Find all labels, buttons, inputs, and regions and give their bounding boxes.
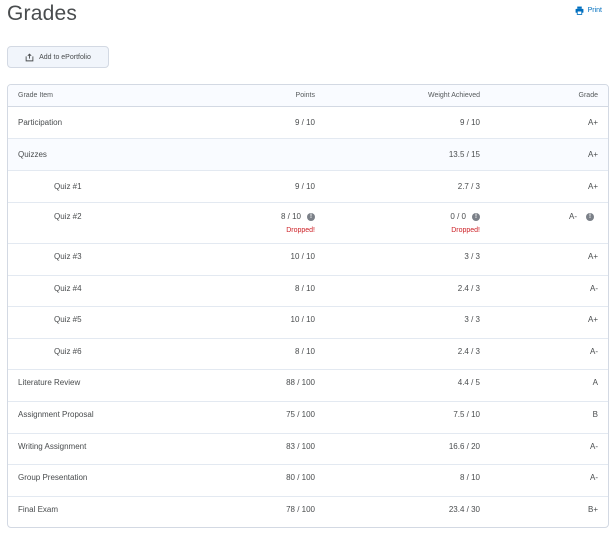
grade-letter: A- bbox=[590, 347, 598, 356]
dropped-badge-weight: Dropped! bbox=[451, 227, 480, 234]
grade-item-name: Writing Assignment bbox=[18, 442, 87, 451]
table-row-quiz-3: Quiz #3 10 / 10 3 / 3 A+ bbox=[8, 244, 608, 276]
grade-points: 88 / 100 bbox=[286, 378, 315, 387]
table-row-writing-assignment: Writing Assignment 83 / 100 16.6 / 20 A- bbox=[8, 434, 608, 465]
grade-item-name: Quiz #5 bbox=[54, 315, 82, 324]
print-label: Print bbox=[587, 7, 602, 14]
grade-item-name: Quiz #4 bbox=[54, 284, 82, 293]
grade-letter: A+ bbox=[587, 118, 598, 127]
grade-letter: B+ bbox=[587, 505, 598, 514]
table-row-quiz-5: Quiz #5 10 / 10 3 / 3 A+ bbox=[8, 307, 608, 339]
printer-icon bbox=[575, 6, 584, 15]
grade-letter: A+ bbox=[587, 315, 598, 324]
print-link[interactable]: Print bbox=[575, 6, 602, 15]
grade-item-name: Quiz #1 bbox=[54, 182, 82, 191]
grade-category-name: Quizzes bbox=[18, 150, 47, 159]
grade-points: 80 / 100 bbox=[286, 473, 315, 482]
grade-points: 78 / 100 bbox=[286, 505, 315, 514]
grade-letter: B bbox=[592, 410, 598, 419]
grade-points: 8 / 10 bbox=[294, 284, 315, 293]
grade-letter: A- bbox=[590, 473, 598, 482]
grade-points: 9 / 10 bbox=[294, 182, 315, 191]
grade-letter: A- bbox=[569, 212, 577, 221]
grade-points: 9 / 10 bbox=[294, 118, 315, 127]
table-row-participation: Participation 9 / 10 9 / 10 A+ bbox=[8, 107, 608, 139]
grade-item-name: Participation bbox=[18, 118, 63, 127]
grade-weight-achieved: 2.4 / 3 bbox=[457, 284, 480, 293]
grade-points: 10 / 10 bbox=[290, 315, 315, 324]
grade-points: 8 / 10 bbox=[294, 347, 315, 356]
table-row-final-exam: Final Exam 78 / 100 23.4 / 30 B+ bbox=[8, 497, 608, 527]
grade-letter-cell: A-! bbox=[569, 212, 594, 221]
grade-weight-achieved: 23.4 / 30 bbox=[448, 505, 480, 514]
grade-letter: A- bbox=[590, 284, 598, 293]
grade-points: 10 / 10 bbox=[290, 252, 315, 261]
grade-letter: A- bbox=[590, 442, 598, 451]
grade-weight-achieved: 7.5 / 10 bbox=[453, 410, 480, 419]
grades-table: Grade Item Points Weight Achieved Grade … bbox=[7, 84, 609, 528]
grade-item-name: Literature Review bbox=[18, 378, 81, 387]
grade-weight-achieved: 16.6 / 20 bbox=[448, 442, 480, 451]
header-points: Points bbox=[295, 92, 315, 99]
grade-weight-achieved: 13.5 / 15 bbox=[448, 150, 480, 159]
grade-item-name: Group Presentation bbox=[18, 473, 88, 482]
grade-points: 8 / 10 bbox=[280, 212, 301, 221]
header-grade: Grade bbox=[578, 92, 598, 99]
table-row-quizzes-category: Quizzes 13.5 / 15 A+ bbox=[8, 139, 608, 171]
page-title: Grades bbox=[7, 2, 78, 25]
grade-weight-achieved: 3 / 3 bbox=[464, 315, 480, 324]
grade-weight-achieved: 3 / 3 bbox=[464, 252, 480, 261]
table-row-quiz-2: Quiz #2 8 / 10! Dropped! 0 / 0! Dropped!… bbox=[8, 203, 608, 244]
add-to-eportfolio-button[interactable]: Add to ePortfolio bbox=[7, 46, 109, 68]
grade-points: 83 / 100 bbox=[286, 442, 315, 451]
table-row-group-presentation: Group Presentation 80 / 100 8 / 10 A- bbox=[8, 465, 608, 497]
grade-weight-achieved: 8 / 10 bbox=[459, 473, 480, 482]
table-row-quiz-1: Quiz #1 9 / 10 2.7 / 3 A+ bbox=[8, 171, 608, 203]
grade-weight-achieved: 9 / 10 bbox=[459, 118, 480, 127]
share-export-icon bbox=[25, 52, 34, 61]
table-row-quiz-6: Quiz #6 8 / 10 2.4 / 3 A- bbox=[8, 339, 608, 370]
grade-item-name: Quiz #3 bbox=[54, 252, 82, 261]
table-header-row: Grade Item Points Weight Achieved Grade bbox=[8, 85, 608, 107]
header-grade-item: Grade Item bbox=[18, 92, 54, 99]
grade-weight-achieved: 2.7 / 3 bbox=[457, 182, 480, 191]
grade-points: 75 / 100 bbox=[286, 410, 315, 419]
info-icon[interactable]: ! bbox=[472, 212, 480, 221]
grade-points-cell: 8 / 10! bbox=[281, 212, 315, 221]
grade-item-name: Assignment Proposal bbox=[18, 410, 94, 419]
grade-item-name: Quiz #6 bbox=[54, 347, 82, 356]
grade-letter: A+ bbox=[587, 150, 598, 159]
header-weight-achieved: Weight Achieved bbox=[427, 92, 480, 99]
grade-letter: A+ bbox=[587, 182, 598, 191]
info-icon[interactable]: ! bbox=[586, 212, 594, 221]
add-to-eportfolio-label: Add to ePortfolio bbox=[39, 53, 91, 61]
table-row-quiz-4: Quiz #4 8 / 10 2.4 / 3 A- bbox=[8, 276, 608, 307]
grade-weight-cell: 0 / 0! bbox=[450, 212, 480, 221]
grade-weight-achieved: 4.4 / 5 bbox=[457, 378, 480, 387]
grade-letter: A bbox=[592, 378, 598, 387]
grade-weight-achieved: 0 / 0 bbox=[450, 212, 466, 221]
grade-letter: A+ bbox=[587, 252, 598, 261]
grade-item-name: Final Exam bbox=[18, 505, 59, 514]
dropped-badge-points: Dropped! bbox=[286, 227, 315, 234]
grade-item-name: Quiz #2 bbox=[54, 212, 82, 221]
info-icon[interactable]: ! bbox=[307, 212, 315, 221]
grade-weight-achieved: 2.4 / 3 bbox=[457, 347, 480, 356]
table-row-assignment-proposal: Assignment Proposal 75 / 100 7.5 / 10 B bbox=[8, 402, 608, 434]
table-row-literature-review: Literature Review 88 / 100 4.4 / 5 A bbox=[8, 370, 608, 402]
